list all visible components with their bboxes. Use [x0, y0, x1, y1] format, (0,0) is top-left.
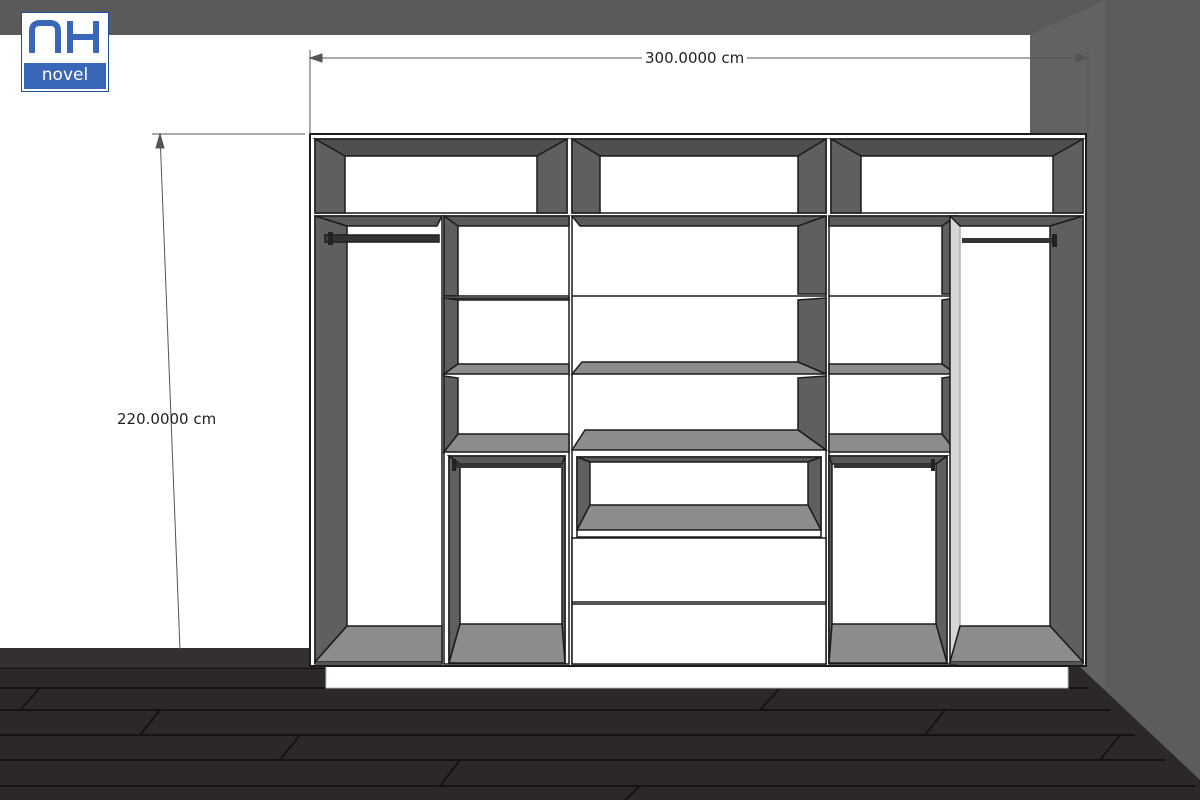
- top-box-left: [312, 137, 570, 214]
- right-shelf-column: [827, 214, 959, 665]
- right-hanging-column: [948, 214, 1085, 665]
- nh-logo-icon: [29, 20, 99, 53]
- top-box-right: [828, 137, 1086, 214]
- middle-column: [570, 214, 829, 665]
- plinth: [325, 663, 1069, 689]
- left-shelf-column: [441, 214, 570, 665]
- wardrobe-drawing: [0, 0, 1200, 800]
- logo: novel: [21, 12, 109, 92]
- top-box-middle: [569, 137, 829, 214]
- height-dimension-label: 220.0000 cm: [117, 410, 217, 428]
- left-hanging-column: [313, 214, 444, 665]
- width-dimension-label: 300.0000 cm: [642, 49, 748, 67]
- ceiling: [0, 0, 1200, 35]
- logo-name: novel: [24, 63, 106, 89]
